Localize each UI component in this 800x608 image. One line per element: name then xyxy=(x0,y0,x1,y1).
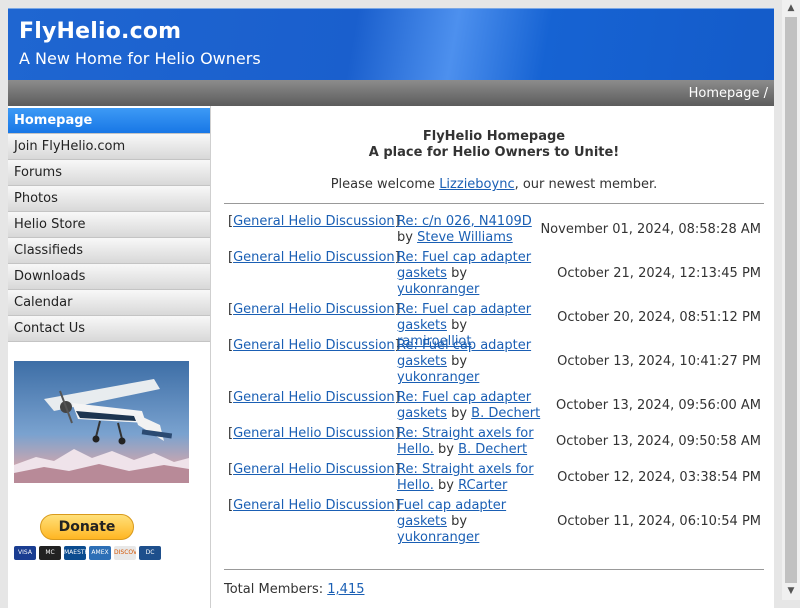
category-link[interactable]: General Helio Discussion xyxy=(233,390,395,405)
breadcrumb[interactable]: Homepage / xyxy=(689,86,768,101)
category-link[interactable]: General Helio Discussion xyxy=(233,250,395,265)
post-date: October 13, 2024, 09:50:58 AM xyxy=(556,434,761,449)
by-label: by xyxy=(451,266,468,281)
sidebar-item-helio-store[interactable]: Helio Store xyxy=(8,212,210,238)
post-date: October 12, 2024, 03:38:54 PM xyxy=(557,470,761,485)
author-link[interactable]: B. Dechert xyxy=(471,406,540,421)
post-topic: Re: Fuel cap adapter gaskets by B. Deche… xyxy=(397,390,542,422)
post-topic: Re: Straight axels for Hello. by B. Dech… xyxy=(397,426,542,458)
post-row: [General Helio Discussion] Re: Straight a… xyxy=(224,426,764,462)
post-date: November 01, 2024, 08:58:28 AM xyxy=(540,222,761,237)
total-members-link[interactable]: 1,415 xyxy=(327,582,364,597)
post-category: [General Helio Discussion] xyxy=(228,302,400,317)
author-link[interactable]: yukonranger xyxy=(397,530,479,545)
post-category: [General Helio Discussion] xyxy=(228,214,400,229)
post-row: [General Helio Discussion] Re: Fuel cap a… xyxy=(224,338,764,390)
helio-aircraft-photo xyxy=(14,361,189,483)
site-tagline: A New Home for Helio Owners xyxy=(19,49,261,68)
post-category: [General Helio Discussion] xyxy=(228,338,400,353)
total-members-label: Total Members: xyxy=(224,582,328,597)
post-date: October 11, 2024, 06:10:54 PM xyxy=(557,514,761,529)
sidebar: Homepage Join FlyHelio.com Forums Photos Hel… xyxy=(8,106,211,608)
post-category: [General Helio Discussion] xyxy=(228,390,400,405)
post-row: [General Helio Discussion] Re: Fuel cap a… xyxy=(224,390,764,426)
site-title[interactable]: FlyHelio.com xyxy=(19,19,181,44)
homepage-subtitle: A place for Helio Owners to Unite! xyxy=(368,145,620,160)
category-link[interactable]: General Helio Discussion xyxy=(233,302,395,317)
post-category: [General Helio Discussion] xyxy=(228,250,400,265)
scrollbar[interactable]: ▲ ▼ xyxy=(782,0,800,600)
by-label: by xyxy=(451,318,468,333)
category-link[interactable]: General Helio Discussion xyxy=(233,426,395,441)
post-topic: Re: Fuel cap adapter gaskets by yukonran… xyxy=(397,250,542,298)
category-link[interactable]: General Helio Discussion xyxy=(233,498,395,513)
post-date: October 21, 2024, 12:13:45 PM xyxy=(557,266,761,281)
post-topic: Re: Fuel cap adapter gaskets by yukonran… xyxy=(397,338,542,386)
sidebar-item-join-flyhelio-com[interactable]: Join FlyHelio.com xyxy=(8,134,210,160)
post-row: [General Helio Discussion] Re: Straight a… xyxy=(224,462,764,498)
post-row: [General Helio Discussion] Re: c/n 026, N… xyxy=(224,214,764,250)
post-category: [General Helio Discussion] xyxy=(228,426,400,441)
divider xyxy=(224,569,764,570)
divider xyxy=(224,203,764,204)
site-header: FlyHelio.com A New Home for Helio Owners xyxy=(8,8,774,80)
payment-cards: VISAMCMAESTROAMEXDISCOVERDC xyxy=(14,546,164,560)
card-amex-icon: AMEX xyxy=(89,546,111,560)
welcome-message: Please welcome Lizzieboync, our newest m… xyxy=(224,177,764,192)
post-row: [General Helio Discussion] Re: Fuel cap a… xyxy=(224,250,764,302)
post-topic: Re: Straight axels for Hello. by RCarter xyxy=(397,462,542,494)
post-category: [General Helio Discussion] xyxy=(228,498,400,513)
sidebar-item-contact-us[interactable]: Contact Us xyxy=(8,316,210,342)
category-link[interactable]: General Helio Discussion xyxy=(233,462,395,477)
sidebar-item-photos[interactable]: Photos xyxy=(8,186,210,212)
by-label: by xyxy=(438,478,454,493)
sidebar-item-calendar[interactable]: Calendar xyxy=(8,290,210,316)
sidebar-item-homepage[interactable]: Homepage xyxy=(8,108,210,134)
author-link[interactable]: yukonranger xyxy=(397,370,479,385)
author-link[interactable]: B. Dechert xyxy=(458,442,527,457)
welcome-suffix: , our newest member. xyxy=(514,177,658,192)
page: FlyHelio.com A New Home for Helio Owners… xyxy=(8,8,774,608)
post-topic: Re: c/n 026, N4109D by Steve Williams xyxy=(397,214,542,246)
card-discover-icon: DISCOVER xyxy=(114,546,136,560)
scroll-up-arrow-icon[interactable]: ▲ xyxy=(782,0,800,17)
post-row: [General Helio Discussion] Re: Fuel cap a… xyxy=(224,302,764,349)
homepage-title: FlyHelio Homepage xyxy=(422,129,566,144)
post-date: October 13, 2024, 09:56:00 AM xyxy=(556,398,761,413)
sidebar-item-forums[interactable]: Forums xyxy=(8,160,210,186)
sidebar-item-classifieds[interactable]: Classifieds xyxy=(8,238,210,264)
sidebar-nav: Homepage Join FlyHelio.com Forums Photos Hel… xyxy=(8,108,210,342)
breadcrumb-bar: Homepage / xyxy=(8,80,774,106)
donate-button[interactable]: Donate xyxy=(40,514,134,540)
by-label: by xyxy=(451,406,468,421)
post-category: [General Helio Discussion] xyxy=(228,462,400,477)
post-row: [General Helio Discussion] Fuel cap adapt… xyxy=(224,498,764,550)
author-link[interactable]: yukonranger xyxy=(397,282,479,297)
card-dc-icon: DC xyxy=(139,546,161,560)
card-visa-icon: VISA xyxy=(14,546,36,560)
post-date: October 13, 2024, 10:41:27 PM xyxy=(557,354,761,369)
total-members: Total Members: 1,415 xyxy=(224,582,364,597)
scrollbar-thumb[interactable] xyxy=(785,17,797,583)
scroll-down-arrow-icon[interactable]: ▼ xyxy=(782,583,800,600)
post-date: October 20, 2024, 08:51:12 PM xyxy=(557,310,761,325)
by-label: by xyxy=(451,354,468,369)
sidebar-item-downloads[interactable]: Downloads xyxy=(8,264,210,290)
author-link[interactable]: RCarter xyxy=(458,478,507,493)
topic-link[interactable]: Re: c/n 026, N4109D xyxy=(397,214,532,229)
post-topic: Fuel cap adapter gaskets by yukonranger xyxy=(397,498,542,546)
by-label: by xyxy=(397,230,413,245)
category-link[interactable]: General Helio Discussion xyxy=(233,214,395,229)
by-label: by xyxy=(438,442,454,457)
newest-member-link[interactable]: Lizzieboync xyxy=(439,177,514,192)
welcome-prefix: Please welcome xyxy=(330,177,440,192)
card-maestro-icon: MAESTRO xyxy=(64,546,86,560)
author-link[interactable]: Steve Williams xyxy=(417,230,513,245)
card-mc-icon: MC xyxy=(39,546,61,560)
recent-posts: [General Helio Discussion] Re: c/n 026, N… xyxy=(224,214,764,550)
category-link[interactable]: General Helio Discussion xyxy=(233,338,395,353)
by-label: by xyxy=(451,514,468,529)
